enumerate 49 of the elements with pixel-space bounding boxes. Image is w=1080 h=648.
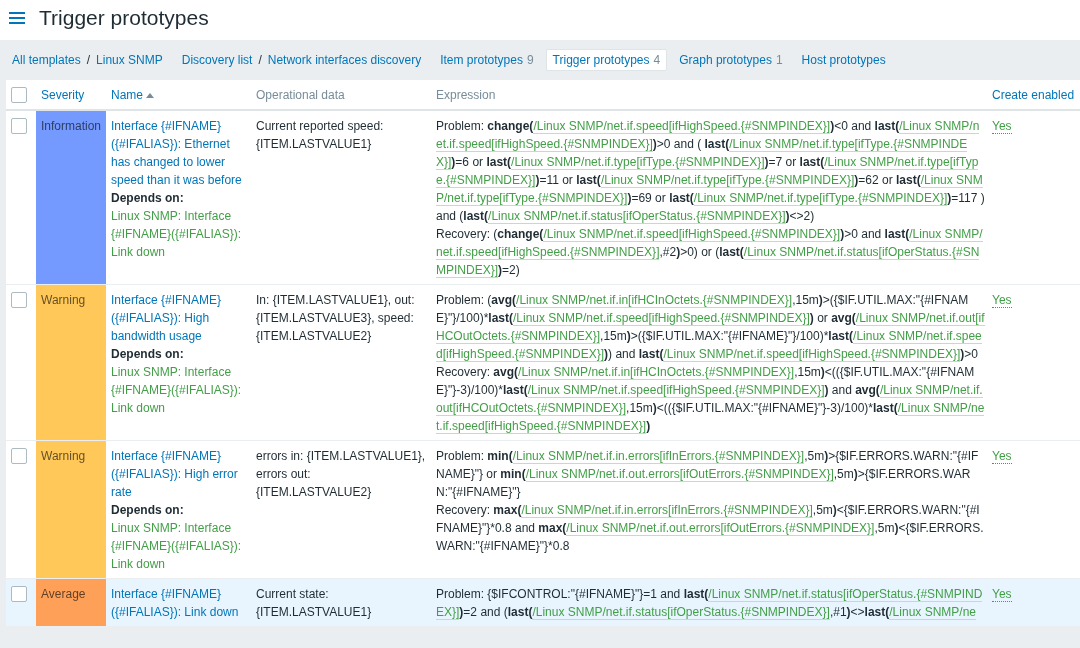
row-checkbox[interactable] <box>11 292 27 308</box>
column-header-link[interactable]: Severity <box>41 88 85 102</box>
severity-cell: Warning <box>36 285 106 441</box>
row-checkbox[interactable] <box>11 448 27 464</box>
enabled-toggle[interactable]: Yes <box>992 119 1012 134</box>
navigation-tab[interactable]: Graph prototypes 1 <box>672 49 790 71</box>
dependency-link[interactable]: Linux SNMP: Interface {#IFNAME}({#IFALIAS}): Link down <box>111 207 246 261</box>
expression-text: Problem: {$IFCONTROL:"{#IFNAME}"}=1 and last(/Linux SNMP/net.if.status[ifOperStatus.{#SNMPINDEX}])=2 and (last(/Linux SNMP/net.if.status[ifOperStatus.{#SNMPINDEX}],#1)<>last(/Linux SNMP/ne <box>436 586 984 621</box>
operational-data-text: Current state: {ITEM.LASTVALUE1} <box>256 586 373 621</box>
depends-on-label: Depends on: <box>111 502 184 519</box>
enabled-toggle[interactable]: Yes <box>992 293 1012 308</box>
expression-text: Problem: change(/Linux SNMP/net.if.speed[ifHighSpeed.{#SNMPINDEX}])<0 and last(/Linux SNMP/net.if.speed[ifHighSpeed.{#SNMPINDEX}])>0 and ( last(/Linux SNMP/net.if.type[ifType.{#SNMPINDEX}])=6 or last(/Linux SNMP/net.if.type[ifType.{#SNMPINDEX}])=7 or last(/Linux SNMP/net.if.type[ifType.{#SNMPINDEX}])=11 or last(/Linux SNMP/net.if.type[ifType.{#SNMPINDEX}])=62 or last(/Linux SNMP/net.if.type[ifType.{#SNMPINDEX}])=69 or last(/Linux SNMP/net.if.type[ifType.{#SNMPINDEX}])=117 ) and (last(/Linux SNMP/net.if.status[ifOperStatus.{#SNMPINDEX}])<>2) <box>436 118 985 225</box>
column-header-link[interactable]: Create enabled <box>992 88 1075 102</box>
operational-data-text: In: {ITEM.LASTVALUE1}, out: {ITEM.LASTVALUE3}, speed: {ITEM.LASTVALUE2} <box>256 292 416 345</box>
page-title: Trigger prototypes <box>39 6 209 30</box>
trigger-name-link[interactable]: Interface {#IFNAME}({#IFALIAS}): High bandwidth usage <box>111 291 246 345</box>
dependency-link[interactable]: Linux SNMP: Interface {#IFNAME}({#IFALIAS}): Link down <box>111 363 246 417</box>
operational-data-text: Current reported speed: {ITEM.LASTVALUE1} <box>256 118 385 153</box>
expression-text: Recovery: avg(/Linux SNMP/net.if.in[ifHCInOctets.{#SNMPINDEX}],15m)<(({$IF.UTIL.MAX:"{#IFNAME}"}-3)/100)*last(/Linux SNMP/net.if.speed[ifHighSpeed.{#SNMPINDEX}]) and avg(/Linux SNMP/net.if.out[ifHCOutOctets.{#SNMPINDEX}],15m)<(({$IF.UTIL.MAX:"{#IFNAME}"}-3)/100)*last(/Linux SNMP/net.if.speed[ifHighSpeed.{#SNMPINDEX}]) <box>436 364 985 435</box>
breadcrumb-link[interactable]: Network interfaces discovery <box>267 52 422 68</box>
enabled-toggle[interactable]: Yes <box>992 587 1012 602</box>
trigger-name-link[interactable]: Interface {#IFNAME}({#IFALIAS}): Link down <box>111 585 246 621</box>
trigger-name-link[interactable]: Interface {#IFNAME}({#IFALIAS}): Ethernet has changed to lower speed than it was before <box>111 117 246 189</box>
row-checkbox[interactable] <box>11 586 27 602</box>
navigation-tab[interactable]: Item prototypes 9 <box>433 49 541 71</box>
severity-cell: Information <box>36 111 106 285</box>
menu-icon[interactable] <box>9 12 25 24</box>
row-checkbox[interactable] <box>11 118 27 134</box>
breadcrumb-link[interactable]: All templates <box>12 52 81 68</box>
navigation-tab[interactable]: Trigger prototypes 4 <box>545 49 668 71</box>
dependency-link[interactable]: Linux SNMP: Interface {#IFNAME}({#IFALIAS}): Link down <box>111 519 246 573</box>
severity-cell: Average <box>36 579 106 627</box>
breadcrumb-link[interactable]: Discovery list <box>181 52 253 68</box>
column-header: Expression <box>436 88 496 102</box>
column-header-link[interactable]: Name <box>111 88 154 102</box>
severity-cell: Warning <box>36 441 106 579</box>
expression-text: Recovery: (change(/Linux SNMP/net.if.speed[ifHighSpeed.{#SNMPINDEX}])>0 and last(/Linux SNMP/net.if.speed[ifHighSpeed.{#SNMPINDEX}],#2)>0) or (last(/Linux SNMP/net.if.status[ifOperStatus.{#SNMPINDEX}])=2) <box>436 226 984 279</box>
breadcrumb-separator: / <box>86 52 91 68</box>
depends-on-label: Depends on: <box>111 190 184 207</box>
depends-on-label: Depends on: <box>111 346 184 363</box>
operational-data-text: errors in: {ITEM.LASTVALUE1}, errors out: {ITEM.LASTVALUE2} <box>256 448 426 501</box>
expression-text: Recovery: max(/Linux SNMP/net.if.in.errors[ifInErrors.{#SNMPINDEX}],5m)<{$IF.ERRORS.WARN:"{#IFNAME}"}*0.8 and max(/Linux SNMP/net.if.out.errors[ifOutErrors.{#SNMPINDEX}],5m)<{$IF.ERRORS.WARN:"{#IFNAME}"}*0.8 <box>436 502 985 555</box>
breadcrumb-separator: / <box>258 52 262 68</box>
column-header: Operational data <box>256 88 345 102</box>
enabled-toggle[interactable]: Yes <box>992 449 1012 464</box>
breadcrumb-link[interactable]: Linux SNMP <box>96 52 163 68</box>
navigation-tab[interactable]: Host prototypes <box>794 49 893 71</box>
select-all-checkbox[interactable] <box>11 87 27 103</box>
trigger-name-link[interactable]: Interface {#IFNAME}({#IFALIAS}): High error rate <box>111 447 246 501</box>
